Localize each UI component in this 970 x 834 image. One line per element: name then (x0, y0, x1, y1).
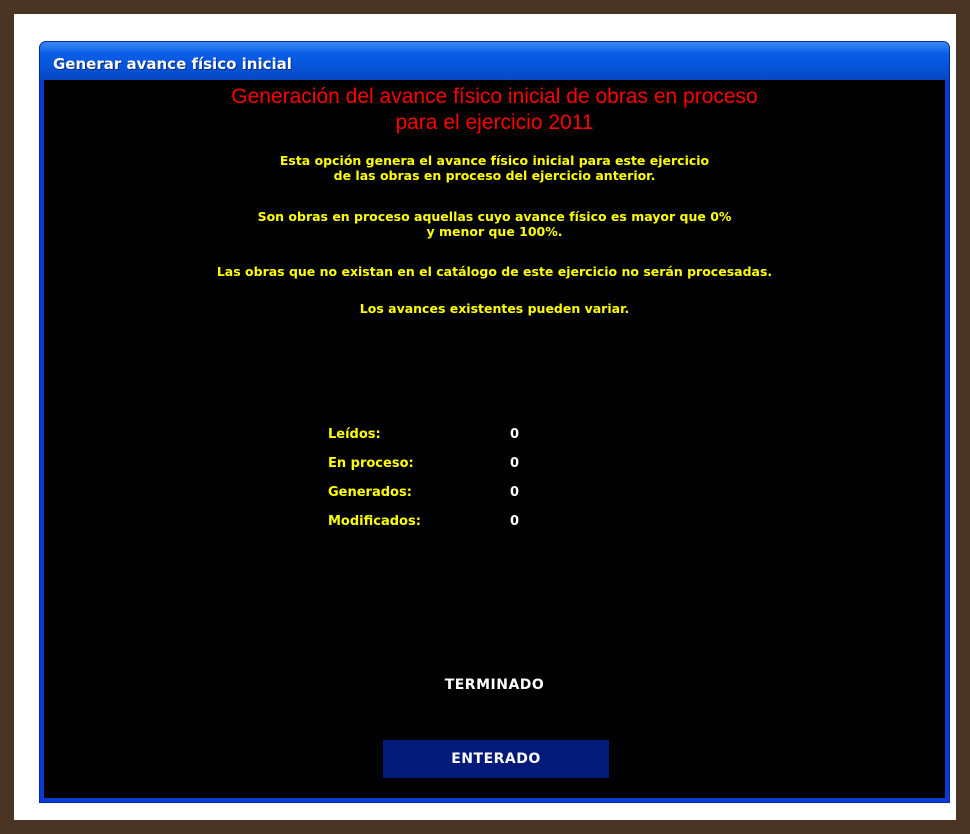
stat-row-modificados: Modificados: 0 (328, 514, 528, 543)
stat-value: 0 (510, 427, 520, 442)
stat-row-leidos: Leídos: 0 (328, 427, 528, 456)
stat-label: Modificados: (328, 514, 421, 529)
enterado-button[interactable]: ENTERADO (383, 740, 609, 778)
info-paragraph-2-line-1: Son obras en proceso aquellas cuyo avanc… (257, 209, 732, 224)
stat-label: Leídos: (328, 427, 381, 442)
info-paragraph-1-line-2: de las obras en proceso del ejercicio an… (333, 168, 656, 183)
info-paragraph-3: Las obras que no existan en el catálogo … (216, 264, 773, 279)
dialog-window: Generar avance físico inicial Generación… (40, 42, 949, 802)
status-text: TERMINADO (444, 677, 545, 693)
stat-value: 0 (510, 456, 520, 471)
stat-value: 0 (510, 514, 520, 529)
window-title: Generar avance físico inicial (53, 55, 292, 73)
title-bar[interactable]: Generar avance físico inicial (40, 42, 949, 80)
info-paragraph-4: Los avances existentes pueden variar. (359, 301, 630, 316)
info-paragraph-1-line-1: Esta opción genera el avance físico inic… (279, 153, 710, 168)
stat-label: En proceso: (328, 456, 414, 471)
stat-row-en-proceso: En proceso: 0 (328, 456, 528, 485)
info-paragraph-2-line-2: y menor que 100%. (426, 224, 563, 239)
heading-line-1: Generación del avance físico inicial de … (231, 85, 758, 108)
stats-panel: Leídos: 0 En proceso: 0 Generados: 0 Mod… (328, 427, 528, 543)
heading-line-2: para el ejercicio 2011 (395, 111, 594, 134)
stat-label: Generados: (328, 485, 412, 500)
stat-row-generados: Generados: 0 (328, 485, 528, 514)
stat-value: 0 (510, 485, 520, 500)
dialog-content: Generación del avance físico inicial de … (44, 80, 945, 798)
